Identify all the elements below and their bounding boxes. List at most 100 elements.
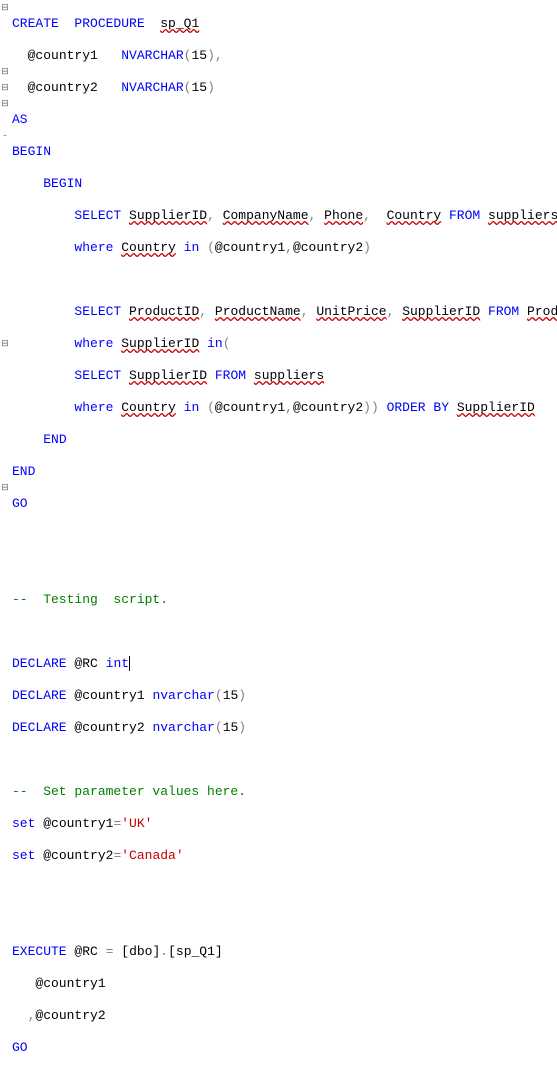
fold-toggle[interactable]	[0, 144, 10, 160]
variable: @RC	[74, 656, 97, 671]
keyword: END	[12, 464, 35, 479]
keyword: FROM	[488, 304, 519, 319]
fold-toggle[interactable]: ⊟	[0, 80, 10, 96]
identifier: sp_Q1	[160, 16, 199, 31]
comma: ,	[301, 304, 309, 319]
code-line[interactable]: CREATE PROCEDURE sp_Q1	[12, 16, 557, 32]
fold-toggle[interactable]	[0, 224, 10, 240]
code-line[interactable]: @country1 NVARCHAR(15),	[12, 48, 557, 64]
keyword: DECLARE	[12, 688, 67, 703]
fold-toggle[interactable]: ⊟	[0, 96, 10, 112]
code-line[interactable]: DECLARE @country1 nvarchar(15)	[12, 688, 557, 704]
fold-toggle[interactable]: ⊟	[0, 64, 10, 80]
code-line[interactable]: -- Set parameter values here.	[12, 784, 557, 800]
type: NVARCHAR	[121, 48, 183, 63]
code-line[interactable]: SELECT SupplierID, CompanyName, Phone, C…	[12, 208, 557, 224]
code-editor[interactable]: ⊟ ⊟ ⊟ ⊟ - ⊟ ⊟ CREATE PROCEDURE s	[0, 0, 557, 1088]
code-line[interactable]: DECLARE @RC int	[12, 656, 557, 672]
string: 'Canada'	[121, 848, 183, 863]
code-line[interactable]: where Country in (@country1,@country2)	[12, 240, 557, 256]
fold-toggle[interactable]	[0, 304, 10, 320]
code-line[interactable]: GO	[12, 496, 557, 512]
code-line[interactable]	[12, 624, 557, 640]
code-area[interactable]: CREATE PROCEDURE sp_Q1 @country1 NVARCHA…	[10, 0, 557, 1088]
fold-toggle[interactable]	[0, 448, 10, 464]
fold-toggle[interactable]	[0, 160, 10, 176]
fold-toggle[interactable]	[0, 432, 10, 448]
code-line[interactable]	[12, 752, 557, 768]
fold-toggle[interactable]	[0, 32, 10, 48]
fold-toggle[interactable]	[0, 528, 10, 544]
variable: @country2	[28, 80, 98, 95]
fold-toggle[interactable]: -	[0, 128, 10, 144]
code-line[interactable]	[12, 912, 557, 928]
code-line[interactable]: AS	[12, 112, 557, 128]
comma: ,	[28, 1008, 36, 1023]
code-line[interactable]: SELECT ProductID, ProductName, UnitPrice…	[12, 304, 557, 320]
code-line[interactable]: END	[12, 432, 557, 448]
keyword: FROM	[215, 368, 246, 383]
code-line[interactable]: @country1	[12, 976, 557, 992]
code-line[interactable]: set @country1='UK'	[12, 816, 557, 832]
code-line[interactable]: where Country in (@country1,@country2)) …	[12, 400, 557, 416]
fold-toggle[interactable]	[0, 352, 10, 368]
code-line[interactable]: -- Testing script.	[12, 592, 557, 608]
fold-toggle[interactable]	[0, 16, 10, 32]
code-line[interactable]	[12, 880, 557, 896]
fold-toggle[interactable]	[0, 208, 10, 224]
code-line[interactable]	[12, 272, 557, 288]
fold-toggle[interactable]	[0, 176, 10, 192]
fold-toggle[interactable]	[0, 368, 10, 384]
fold-toggle[interactable]	[0, 496, 10, 512]
keyword: BEGIN	[43, 176, 82, 191]
fold-toggle[interactable]: ⊟	[0, 336, 10, 352]
keyword: END	[43, 432, 66, 447]
code-line[interactable]: GO	[12, 1040, 557, 1056]
code-line[interactable]	[12, 528, 557, 544]
fold-toggle[interactable]	[0, 256, 10, 272]
column: Country	[121, 400, 176, 415]
code-line[interactable]: where SupplierID in(	[12, 336, 557, 352]
paren: (	[215, 688, 223, 703]
fold-toggle[interactable]	[0, 512, 10, 528]
fold-toggle[interactable]	[0, 400, 10, 416]
fold-toggle[interactable]	[0, 288, 10, 304]
code-line[interactable]: ,@country2	[12, 1008, 557, 1024]
fold-toggle[interactable]	[0, 112, 10, 128]
code-line[interactable]: END	[12, 464, 557, 480]
code-line[interactable]: SELECT SupplierID FROM suppliers	[12, 368, 557, 384]
code-line[interactable]	[12, 560, 557, 576]
code-line[interactable]: set @country2='Canada'	[12, 848, 557, 864]
operator: =	[113, 816, 121, 831]
column: SupplierID	[129, 368, 207, 383]
paren: (	[223, 336, 231, 351]
fold-toggle[interactable]	[0, 192, 10, 208]
number: 15	[191, 80, 207, 95]
paren: (	[207, 240, 215, 255]
comment: -- Set parameter values here.	[12, 784, 246, 799]
fold-toggle[interactable]	[0, 464, 10, 480]
fold-toggle[interactable]	[0, 48, 10, 64]
fold-toggle[interactable]	[0, 272, 10, 288]
comma: ,	[309, 208, 317, 223]
column: UnitPrice	[316, 304, 386, 319]
code-line[interactable]: BEGIN	[12, 144, 557, 160]
keyword: SELECT	[74, 208, 121, 223]
keyword: GO	[12, 496, 28, 511]
number: 15	[223, 688, 239, 703]
fold-toggle[interactable]: ⊟	[0, 480, 10, 496]
code-line[interactable]: EXECUTE @RC = [dbo].[sp_Q1]	[12, 944, 557, 960]
fold-toggle[interactable]	[0, 416, 10, 432]
comment: -- Testing script.	[12, 592, 168, 607]
fold-toggle[interactable]	[0, 240, 10, 256]
keyword: CREATE	[12, 16, 59, 31]
variable: @country1	[43, 816, 113, 831]
code-line[interactable]: @country2 NVARCHAR(15)	[12, 80, 557, 96]
fold-toggle[interactable]	[0, 320, 10, 336]
paren: (	[207, 400, 215, 415]
code-line[interactable]: BEGIN	[12, 176, 557, 192]
column: ProductName	[215, 304, 301, 319]
fold-toggle[interactable]	[0, 384, 10, 400]
fold-toggle[interactable]: ⊟	[0, 0, 10, 16]
code-line[interactable]: DECLARE @country2 nvarchar(15)	[12, 720, 557, 736]
